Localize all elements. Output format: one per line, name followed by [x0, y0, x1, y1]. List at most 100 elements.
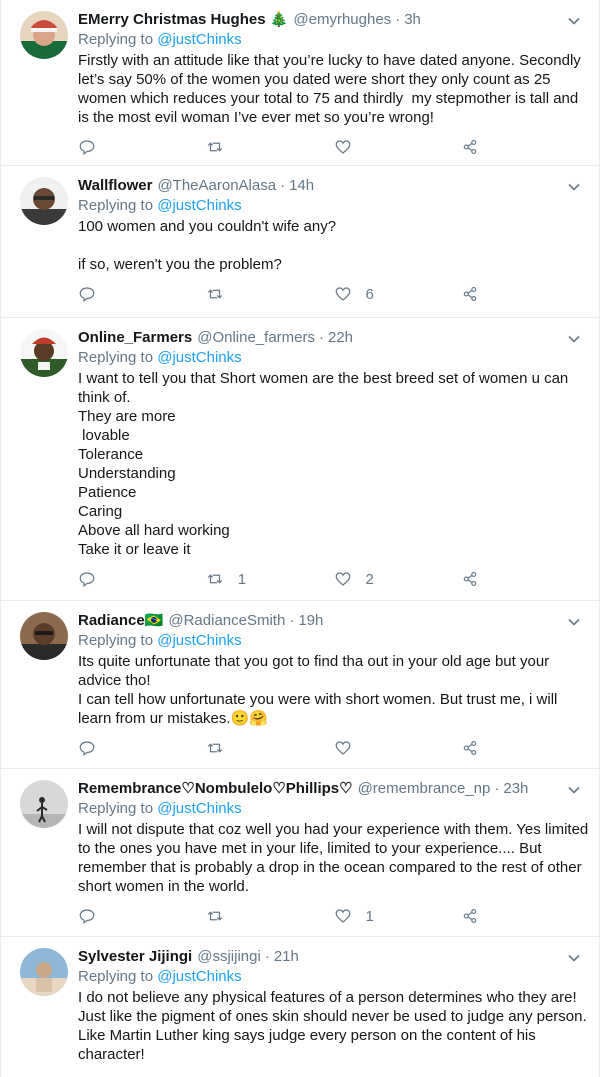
display-name[interactable]: Radiance🇧🇷	[78, 611, 163, 631]
like-button[interactable]: 2	[334, 570, 462, 588]
chevron-down-icon[interactable]	[567, 180, 581, 194]
avatar[interactable]	[20, 11, 68, 59]
share-button[interactable]	[461, 570, 589, 588]
avatar[interactable]	[20, 780, 68, 828]
reply-icon	[79, 572, 95, 587]
share-button[interactable]	[461, 907, 589, 925]
mention-link[interactable]: @justChinks	[157, 349, 241, 366]
mention-link[interactable]: @justChinks	[157, 197, 241, 214]
mention-link[interactable]: @justChinks	[157, 800, 241, 817]
like-button[interactable]: 1	[334, 907, 462, 925]
like-button[interactable]: 6	[334, 285, 462, 303]
tweet-text: I want to tell you that Short women are …	[78, 370, 569, 558]
avatar[interactable]	[20, 612, 68, 660]
user-handle[interactable]: @RadianceSmith	[168, 611, 285, 631]
tweet-text: I do not believe any physical features o…	[78, 989, 591, 1063]
display-name[interactable]: Wallflower	[78, 176, 152, 196]
user-handle[interactable]: @Online_farmers	[197, 328, 315, 348]
user-handle[interactable]: @ssjijingi	[197, 947, 261, 967]
reply-button[interactable]	[78, 138, 206, 156]
retweet-button[interactable]	[206, 138, 334, 156]
retweet-icon	[207, 911, 222, 921]
like-icon	[335, 140, 350, 154]
share-icon	[463, 139, 477, 155]
reply-button[interactable]	[78, 907, 206, 925]
reply-button[interactable]	[78, 739, 206, 757]
action-bar: 1 2	[78, 559, 589, 599]
mention-link[interactable]: @justChinks	[157, 968, 241, 985]
like-button[interactable]	[334, 739, 462, 757]
reply-icon	[79, 287, 95, 302]
mention-link[interactable]: @justChinks	[157, 632, 241, 649]
retweet-button[interactable]	[206, 907, 334, 925]
like-icon	[335, 909, 350, 923]
avatar[interactable]	[20, 329, 68, 377]
replying-to: Replying to @justChinks	[78, 349, 242, 366]
replying-to: Replying to @justChinks	[78, 968, 242, 985]
like-icon	[335, 741, 350, 755]
display-name[interactable]: Online_Farmers	[78, 328, 192, 348]
tweet[interactable]: Wallflower @TheAaronAlasa · 14h Replying…	[1, 166, 599, 318]
avatar[interactable]	[20, 948, 68, 996]
mention-link[interactable]: @justChinks	[157, 31, 241, 48]
like-count: 1	[365, 907, 374, 925]
tweet-feed: EMerry Christmas Hughes 🎄 @emyrhughes · …	[0, 0, 600, 1077]
like-count: 6	[365, 285, 374, 303]
retweet-icon	[207, 289, 222, 299]
timestamp[interactable]: 21h	[274, 947, 299, 967]
tweet[interactable]: Remembrance♡Nombulelo♡Phillips♡ @remembr…	[1, 769, 599, 937]
display-name[interactable]: Remembrance♡Nombulelo♡Phillips♡	[78, 779, 353, 799]
chevron-down-icon[interactable]	[567, 14, 581, 28]
share-button[interactable]	[461, 138, 589, 156]
retweet-icon	[207, 743, 222, 753]
reply-button[interactable]	[78, 570, 206, 588]
tweet-text: 100 women and you couldn't wife any? if …	[78, 218, 337, 273]
replying-to: Replying to @justChinks	[78, 31, 242, 48]
action-bar	[78, 127, 589, 167]
tweet-text: I will not dispute that coz well you had…	[78, 821, 593, 895]
action-bar	[78, 728, 589, 768]
share-icon	[463, 908, 477, 924]
retweet-icon	[207, 574, 222, 584]
retweet-count: 1	[237, 570, 247, 588]
share-icon	[463, 286, 477, 302]
replying-to: Replying to @justChinks	[78, 800, 242, 817]
retweet-button[interactable]	[206, 739, 334, 757]
tweet[interactable]: Sylvester Jijingi @ssjijingi · 21h Reply…	[1, 937, 599, 1077]
user-handle[interactable]: @TheAaronAlasa	[157, 176, 276, 196]
timestamp[interactable]: 3h	[404, 10, 421, 30]
timestamp[interactable]: 22h	[328, 328, 353, 348]
user-handle[interactable]: @remembrance_np	[358, 779, 491, 799]
retweet-button[interactable]	[206, 285, 334, 303]
like-icon	[335, 572, 350, 586]
share-icon	[463, 571, 477, 587]
display-name[interactable]: Sylvester Jijingi	[78, 947, 192, 967]
user-handle[interactable]: @emyrhughes	[293, 10, 391, 30]
timestamp[interactable]: 19h	[298, 611, 323, 631]
timestamp[interactable]: 14h	[289, 176, 314, 196]
replying-to: Replying to @justChinks	[78, 197, 242, 214]
reply-button[interactable]	[78, 285, 206, 303]
tweet[interactable]: EMerry Christmas Hughes 🎄 @emyrhughes · …	[1, 0, 599, 166]
tweet-text: Firstly with an attitude like that you’r…	[78, 52, 585, 126]
chevron-down-icon[interactable]	[567, 783, 581, 797]
display-name[interactable]: EMerry Christmas Hughes 🎄	[78, 10, 288, 30]
reply-icon	[79, 741, 95, 756]
avatar[interactable]	[20, 177, 68, 225]
timestamp[interactable]: 23h	[503, 779, 528, 799]
like-button[interactable]	[334, 138, 462, 156]
tweet[interactable]: Radiance🇧🇷 @RadianceSmith · 19h Replying…	[1, 601, 599, 769]
action-bar: 1	[78, 896, 589, 936]
tweet-text: Its quite unfortunate that you got to fi…	[78, 653, 558, 727]
retweet-button[interactable]: 1	[206, 570, 334, 588]
chevron-down-icon[interactable]	[567, 951, 581, 965]
reply-icon	[79, 909, 95, 924]
share-button[interactable]	[461, 739, 589, 757]
action-bar: 6	[78, 274, 589, 314]
tweet[interactable]: Online_Farmers @Online_farmers · 22h Rep…	[1, 318, 599, 601]
chevron-down-icon[interactable]	[567, 332, 581, 346]
share-button[interactable]	[461, 285, 589, 303]
reply-icon	[79, 140, 95, 155]
chevron-down-icon[interactable]	[567, 615, 581, 629]
replying-to: Replying to @justChinks	[78, 632, 242, 649]
